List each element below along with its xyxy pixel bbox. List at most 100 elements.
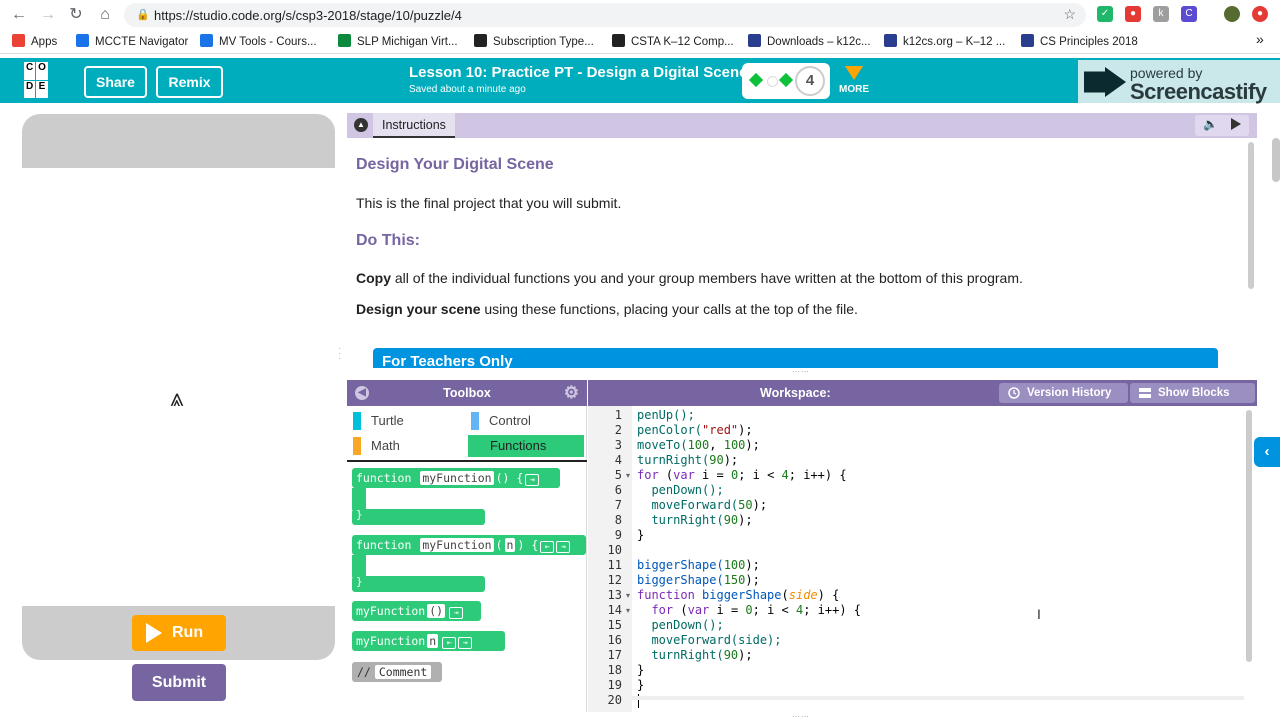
- code-line[interactable]: turnRight(90);: [637, 513, 752, 527]
- code-line[interactable]: penColor("red");: [637, 423, 753, 437]
- code-line[interactable]: }: [637, 663, 644, 677]
- category-swatch: [472, 437, 480, 455]
- level-complete-icon[interactable]: [748, 72, 764, 88]
- home-icon[interactable]: ⌂: [94, 4, 116, 26]
- category-turtle[interactable]: Turtle: [349, 410, 467, 432]
- bookmark-item[interactable]: Subscription Type...: [474, 34, 594, 48]
- extension-icon[interactable]: ●: [1125, 6, 1141, 22]
- code-line[interactable]: }: [637, 678, 644, 692]
- bookmark-star-icon[interactable]: ☆: [1063, 6, 1076, 23]
- bookmark-apps[interactable]: Apps: [12, 34, 57, 48]
- code-line[interactable]: for (var i = 0; i < 4; i++) {: [637, 468, 847, 482]
- run-button[interactable]: Run: [132, 615, 226, 651]
- code-line[interactable]: penUp();: [637, 408, 695, 422]
- more-bookmarks-icon[interactable]: »: [1256, 31, 1264, 47]
- code-token: }: [637, 528, 645, 542]
- editor-scrollbar[interactable]: [1246, 410, 1252, 662]
- bookmark-item[interactable]: SLP Michigan Virt...: [338, 34, 458, 48]
- page-scrollbar[interactable]: [1272, 138, 1280, 182]
- code-line[interactable]: penDown();: [637, 483, 723, 497]
- bookmark-item[interactable]: CSTA K–12 Comp...: [612, 34, 734, 48]
- reload-icon[interactable]: ↻: [65, 4, 87, 26]
- level-complete-icon[interactable]: [778, 72, 794, 88]
- code-editor[interactable]: 1 2 3 4 5 ▾ 6 7 8 9 10 11 12 13 ▾ 14 ▾ 15 16 17 18 19 20 penUp…: [588, 406, 1257, 712]
- more-triangle-icon[interactable]: [845, 66, 863, 80]
- code-line[interactable]: biggerShape(100);: [637, 558, 760, 572]
- extension-icon[interactable]: k: [1153, 6, 1169, 22]
- category-control[interactable]: Control: [467, 410, 585, 432]
- run-label: Run: [172, 624, 204, 641]
- collapse-icon[interactable]: ▲: [354, 118, 368, 132]
- comment-block[interactable]: //Comment: [352, 662, 442, 682]
- code-line[interactable]: function biggerShape(side) {: [637, 588, 839, 602]
- line-number: 9: [614, 528, 622, 542]
- code-line[interactable]: moveTo(100, 100);: [637, 438, 760, 452]
- extension-icon[interactable]: C: [1181, 6, 1197, 22]
- code-token: side: [788, 588, 818, 602]
- address-bar[interactable]: 🔒 https://studio.code.org/s/csp3-2018/st…: [124, 3, 1086, 27]
- extension-icon[interactable]: ●: [1252, 6, 1268, 22]
- code-line[interactable]: penDown();: [637, 618, 723, 632]
- function-call-with-param-block[interactable]: myFunction n ⇤ ⇥: [352, 631, 505, 651]
- line-number: 5: [614, 468, 622, 482]
- bookmark-item[interactable]: k12cs.org – K–12 ...: [884, 34, 1005, 48]
- speaker-icon[interactable]: 🔈: [1203, 117, 1218, 131]
- remix-button[interactable]: Remix: [156, 66, 223, 98]
- line-number: 4: [614, 453, 622, 467]
- code-line[interactable]: moveForward(side);: [637, 633, 781, 647]
- teachers-only-panel[interactable]: For Teachers Only: [373, 348, 1218, 368]
- bookmark-item[interactable]: MCCTE Navigator: [76, 34, 188, 48]
- level-incomplete-icon[interactable]: [767, 76, 778, 87]
- bookmark-item[interactable]: Downloads – k12c...: [748, 34, 871, 48]
- code-line[interactable]: moveForward(50);: [637, 498, 767, 512]
- gear-icon[interactable]: ⚙: [564, 383, 579, 403]
- code-token: 0: [745, 603, 753, 617]
- version-history-button[interactable]: Version History: [999, 383, 1128, 403]
- code-line[interactable]: for (var i = 0; i < 4; i++) {: [637, 603, 861, 617]
- code-line[interactable]: biggerShape(150);: [637, 573, 760, 587]
- panel-resize-handle[interactable]: · · ·: [338, 344, 342, 366]
- line-number: 13: [607, 588, 622, 602]
- bookmark-item[interactable]: CS Principles 2018: [1021, 34, 1138, 48]
- avatar[interactable]: [1224, 6, 1240, 22]
- code-line[interactable]: turnRight(90);: [637, 648, 752, 662]
- back-icon[interactable]: ←: [8, 4, 30, 26]
- category-label: Functions: [490, 438, 547, 453]
- extension-icon[interactable]: ✓: [1097, 6, 1113, 22]
- bookmark-item[interactable]: MV Tools - Cours...: [200, 34, 317, 48]
- expand-panel-icon[interactable]: ‹: [1254, 437, 1280, 467]
- fold-arrow-icon[interactable]: ▾: [626, 471, 630, 480]
- forward-icon[interactable]: →: [37, 4, 59, 26]
- current-level-badge[interactable]: 4: [795, 66, 825, 96]
- submit-button[interactable]: Submit: [132, 664, 226, 701]
- code-org-logo[interactable]: C O D E: [24, 62, 60, 98]
- editor-resize-handle[interactable]: ⋯⋯: [792, 713, 810, 720]
- function-call-block[interactable]: myFunction() ⇥: [352, 601, 481, 621]
- bookmark-icon: [200, 34, 213, 47]
- show-blocks-button[interactable]: Show Blocks: [1130, 383, 1255, 403]
- tab-instructions[interactable]: Instructions: [373, 113, 455, 138]
- instructions-scrollbar[interactable]: [1248, 142, 1254, 289]
- more-button[interactable]: MORE: [839, 84, 869, 95]
- fold-arrow-icon[interactable]: ▾: [626, 591, 630, 600]
- block-text: }: [356, 575, 363, 588]
- function-with-param-block[interactable]: function myFunction(n) {⇤ ⇥: [352, 535, 586, 555]
- code-line[interactable]: turnRight(90);: [637, 453, 738, 467]
- url-text[interactable]: https://studio.code.org/s/csp3-2018/stag…: [154, 8, 462, 23]
- category-functions[interactable]: Functions: [468, 435, 584, 457]
- code-token: (: [781, 588, 789, 602]
- fold-arrow-icon[interactable]: ▾: [626, 606, 630, 615]
- function-definition-block[interactable]: function myFunction() {⇥: [352, 468, 560, 488]
- editor-horizontal-scrollbar[interactable]: [632, 696, 1244, 700]
- do-this-heading: Do This:: [356, 232, 420, 249]
- share-button[interactable]: Share: [84, 66, 147, 98]
- lesson-title[interactable]: Lesson 10: Practice PT - Design a Digita…: [409, 64, 747, 81]
- instructions-resize-handle[interactable]: ⋯⋯: [792, 368, 810, 376]
- collapse-toolbox-icon[interactable]: ◀: [355, 386, 369, 400]
- play-audio-icon[interactable]: [1231, 118, 1241, 130]
- bookmark-icon: [1021, 34, 1034, 47]
- code-line[interactable]: }: [637, 528, 644, 542]
- instructions-header: ▲ Instructions 🔈: [347, 113, 1257, 138]
- category-math[interactable]: Math: [349, 435, 467, 457]
